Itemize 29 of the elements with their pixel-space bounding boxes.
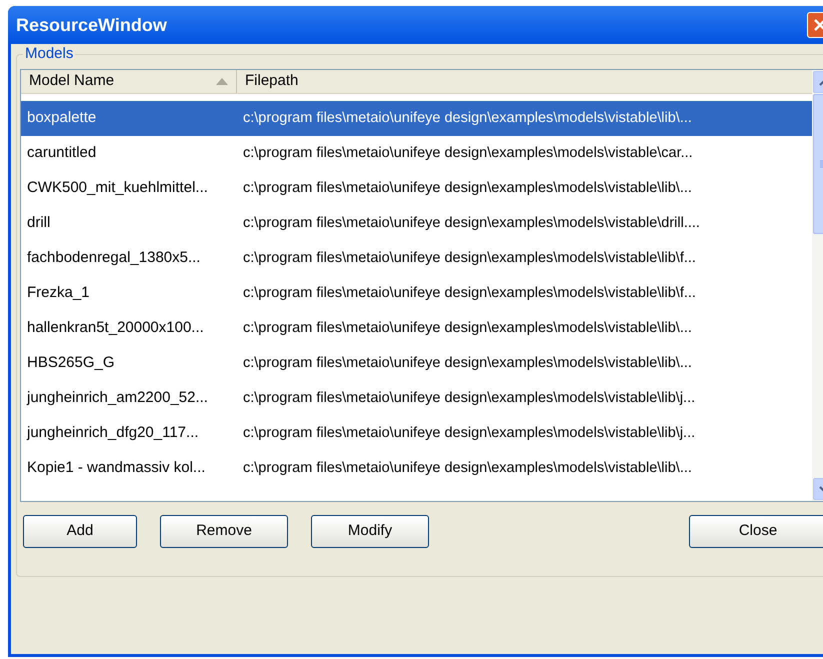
- table-cell-text: HBS265G_G: [26, 353, 116, 374]
- table-cell-text: c:\program files\metaio\unifeye design\examples\models\vistable\lib\j...: [242, 424, 696, 443]
- table-cell-text: c:\program files\metaio\unifeye design\examples\models\vistable\lib\...: [242, 108, 692, 128]
- table-cell-text: c:\program files\metaio\unifeye design\examples\models\vistable\lib\...: [242, 318, 692, 338]
- table-cell-text: c:\program files\metaio\unifeye design\examples\models\vistable\car...: [242, 144, 693, 163]
- table-cell-text: c:\program files\metaio\unifeye design\examples\models\vistable\lib\...: [242, 178, 692, 198]
- table-cell-text: jungheinrich_am2200_52...: [26, 388, 209, 408]
- table-cell-text: c:\program files\metaio\unifeye design\examples\models\vistable\lib\...: [242, 458, 692, 478]
- table-cell-text: c:\program files\metaio\unifeye design\examples\models\vistable\drill....: [242, 214, 700, 233]
- dialog-button[interactable]: Close: [689, 515, 823, 548]
- dialog-button[interactable]: Modify: [311, 515, 429, 548]
- table-cell-text: Frezka_1: [26, 283, 91, 304]
- table-cell-text: CWK500_mit_kuehlmittel...: [26, 178, 209, 198]
- table-cell-text: jungheinrich_dfg20_117...: [26, 423, 200, 444]
- dialog-button[interactable]: Add: [23, 515, 137, 548]
- close-icon: [813, 18, 823, 32]
- dialog-button[interactable]: Remove: [160, 515, 288, 548]
- table-cell-text: caruntitled: [26, 143, 98, 164]
- window-title: ResourceWindow: [16, 14, 167, 36]
- table-cell-text: hallenkran5t_20000x100...: [26, 318, 205, 338]
- table-cell-text: drill: [26, 213, 52, 234]
- table-cell-text: c:\program files\metaio\unifeye design\examples\models\vistable\lib\f...: [242, 284, 696, 303]
- table-cell-text: c:\program files\metaio\unifeye design\examples\models\vistable\lib\f...: [242, 248, 696, 268]
- table-row[interactable]: boxpalette c:\program files\metaio\unifeye design\examples\models\vistable\lib\...: [21, 101, 812, 136]
- table-cell-text: c:\program files\metaio\unifeye design\examples\models\vistable\lib\...: [242, 354, 692, 373]
- table-cell-text: c:\program files\metaio\unifeye design\examples\models\vistable\lib\j...: [242, 388, 696, 408]
- table-cell-text: Kopie1 - wandmassiv kol...: [26, 458, 206, 478]
- table-cell-text: boxpalette: [26, 108, 98, 128]
- table-cell-text: fachbodenregal_1380x5...: [26, 248, 202, 268]
